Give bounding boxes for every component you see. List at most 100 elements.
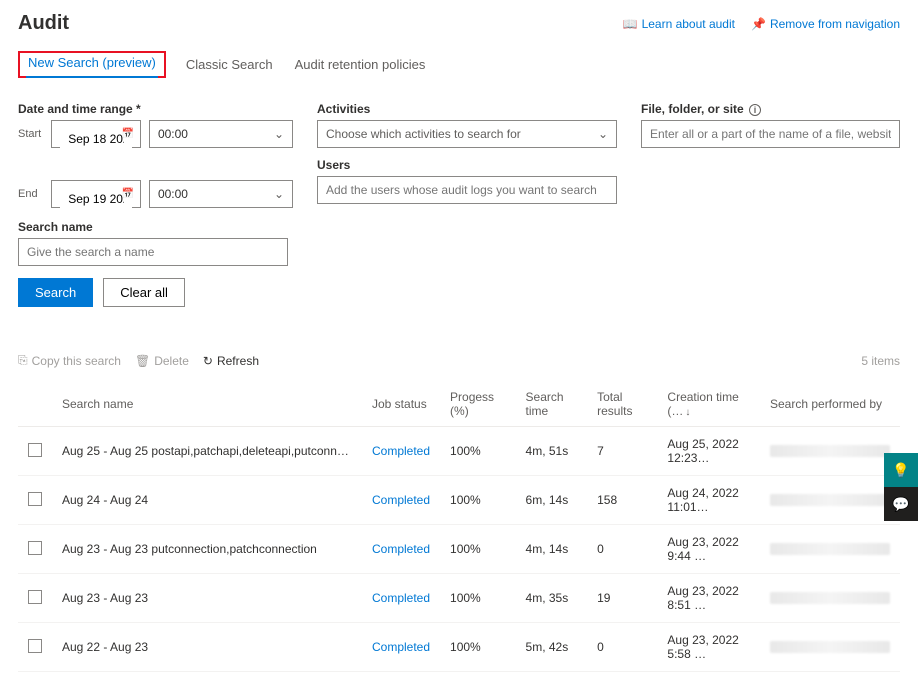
row-status[interactable]: Completed [362, 476, 440, 525]
start-date-input[interactable] [51, 120, 141, 148]
row-total: 19 [587, 574, 657, 623]
col-job-status[interactable]: Job status [362, 382, 440, 427]
feedback-button[interactable]: 💬 [884, 487, 918, 521]
row-performed-by [760, 427, 900, 476]
end-date-value[interactable] [60, 185, 132, 213]
users-label: Users [317, 158, 617, 172]
start-label: Start [18, 128, 43, 140]
remove-nav-label: Remove from navigation [770, 17, 900, 31]
copy-icon: ⎘ [18, 353, 28, 368]
col-checkbox [18, 382, 52, 427]
file-input[interactable] [641, 120, 900, 148]
row-checkbox[interactable] [28, 443, 42, 457]
row-status[interactable]: Completed [362, 525, 440, 574]
info-icon[interactable]: i [749, 104, 761, 116]
row-total: 0 [587, 623, 657, 672]
end-date-input[interactable] [51, 180, 141, 208]
table-row[interactable]: Aug 22 - Aug 23 Completed 100% 5m, 42s 0… [18, 623, 900, 672]
copy-search-button[interactable]: ⎘ Copy this search [18, 353, 121, 368]
row-progress: 100% [440, 623, 516, 672]
row-total: 158 [587, 476, 657, 525]
row-total: 0 [587, 525, 657, 574]
page-title: Audit [18, 12, 69, 35]
row-status[interactable]: Completed [362, 574, 440, 623]
table-row[interactable]: Aug 23 - Aug 23 Completed 100% 4m, 35s 1… [18, 574, 900, 623]
row-search-time: 4m, 35s [516, 574, 588, 623]
results-table: Search name Job status Progess (%) Searc… [18, 382, 900, 672]
table-row[interactable]: Aug 23 - Aug 23 putconnection,patchconne… [18, 525, 900, 574]
highlight-annotation: New Search (preview) [18, 51, 166, 78]
start-time-select[interactable]: 00:00 [149, 120, 293, 148]
chevron-down-icon [274, 127, 284, 141]
end-time-select[interactable]: 00:00 [149, 180, 293, 208]
col-performed-by[interactable]: Search performed by [760, 382, 900, 427]
row-search-name: Aug 23 - Aug 23 [62, 591, 352, 605]
col-creation-time[interactable]: Creation time (…↓ [657, 382, 760, 427]
item-count: 5 items [861, 354, 900, 368]
learn-about-link[interactable]: 📖 Learn about audit [623, 17, 735, 31]
row-created: Aug 23, 2022 9:44 … [657, 525, 760, 574]
row-progress: 100% [440, 525, 516, 574]
col-search-name[interactable]: Search name [52, 382, 362, 427]
activities-label: Activities [317, 102, 617, 116]
table-row[interactable]: Aug 25 - Aug 25 postapi,patchapi,deletea… [18, 427, 900, 476]
row-performed-by [760, 623, 900, 672]
search-button[interactable]: Search [18, 278, 93, 307]
sort-desc-icon: ↓ [685, 407, 690, 418]
row-progress: 100% [440, 427, 516, 476]
book-icon: 📖 [623, 17, 638, 31]
row-status[interactable]: Completed [362, 427, 440, 476]
tabs: New Search (preview) Classic Search Audi… [18, 51, 900, 78]
remove-nav-link[interactable]: 📌 Remove from navigation [751, 17, 900, 31]
row-checkbox[interactable] [28, 639, 42, 653]
col-progress[interactable]: Progess (%) [440, 382, 516, 427]
row-progress: 100% [440, 574, 516, 623]
delete-button[interactable]: 🗑 Delete [135, 353, 189, 368]
activities-select[interactable]: Choose which activities to search for [317, 120, 617, 148]
row-status[interactable]: Completed [362, 623, 440, 672]
col-search-time[interactable]: Search time [516, 382, 588, 427]
row-search-name: Aug 22 - Aug 23 [62, 640, 352, 654]
row-search-name: Aug 23 - Aug 23 putconnection,patchconne… [62, 542, 352, 556]
refresh-label: Refresh [217, 354, 259, 368]
search-name-label: Search name [18, 220, 293, 234]
start-time-value: 00:00 [158, 127, 188, 141]
row-created: Aug 24, 2022 11:01… [657, 476, 760, 525]
row-search-time: 4m, 51s [516, 427, 588, 476]
row-search-time: 4m, 14s [516, 525, 588, 574]
row-checkbox[interactable] [28, 492, 42, 506]
clear-all-button[interactable]: Clear all [103, 278, 185, 307]
date-range-label: Date and time range * [18, 102, 293, 116]
row-search-time: 5m, 42s [516, 623, 588, 672]
copy-search-label: Copy this search [32, 354, 121, 368]
tab-classic-search[interactable]: Classic Search [184, 51, 275, 78]
row-performed-by [760, 476, 900, 525]
start-date-value[interactable] [60, 125, 132, 153]
row-performed-by [760, 525, 900, 574]
users-input[interactable] [317, 176, 617, 204]
col-total-results[interactable]: Total results [587, 382, 657, 427]
row-checkbox[interactable] [28, 541, 42, 555]
row-total: 7 [587, 427, 657, 476]
chevron-down-icon [274, 187, 284, 201]
row-search-name: Aug 25 - Aug 25 postapi,patchapi,deletea… [62, 444, 352, 458]
refresh-button[interactable]: ↻ Refresh [203, 353, 259, 368]
delete-icon: 🗑 [135, 354, 150, 368]
row-created: Aug 25, 2022 12:23… [657, 427, 760, 476]
search-name-input[interactable] [18, 238, 288, 266]
help-lightbulb-button[interactable]: 💡 [884, 453, 918, 487]
tab-new-search[interactable]: New Search (preview) [26, 49, 158, 78]
delete-label: Delete [154, 354, 189, 368]
unpin-icon: 📌 [751, 17, 766, 31]
row-created: Aug 23, 2022 5:58 … [657, 623, 760, 672]
end-time-value: 00:00 [158, 187, 188, 201]
end-label: End [18, 188, 43, 200]
row-checkbox[interactable] [28, 590, 42, 604]
row-created: Aug 23, 2022 8:51 … [657, 574, 760, 623]
tab-retention-policies[interactable]: Audit retention policies [293, 51, 428, 78]
activities-placeholder: Choose which activities to search for [326, 127, 521, 141]
row-search-name: Aug 24 - Aug 24 [62, 493, 352, 507]
table-row[interactable]: Aug 24 - Aug 24 Completed 100% 6m, 14s 1… [18, 476, 900, 525]
learn-about-label: Learn about audit [642, 17, 735, 31]
row-search-time: 6m, 14s [516, 476, 588, 525]
